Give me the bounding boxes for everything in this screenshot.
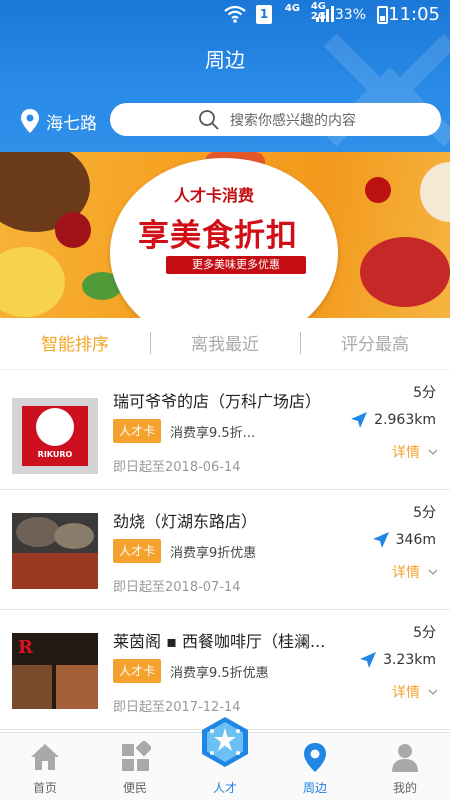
battery-icon — [377, 6, 388, 24]
store-thumbnail: RIKURO — [12, 398, 98, 474]
navigation-arrow-icon — [372, 532, 389, 548]
nav-profile[interactable]: 我的 — [360, 733, 450, 800]
location-pin-icon — [21, 109, 39, 133]
food-image-part — [54, 523, 94, 549]
food-decoration — [365, 177, 391, 203]
nav-label: 便民 — [122, 781, 147, 795]
page-title: 周边 — [205, 48, 245, 72]
navigation-arrow-icon — [360, 652, 377, 668]
wifi-icon — [224, 5, 246, 23]
sort-tabs: 智能排序 离我最近 评分最高 — [0, 318, 450, 370]
offer-date: 即日起至2017-12-14 — [113, 700, 241, 715]
nav-label: 我的 — [392, 781, 417, 795]
banner-title: 享美食折扣 — [138, 218, 298, 254]
card-badge: 人才卡 — [113, 659, 161, 683]
tab-smart-sort[interactable]: 智能排序 — [0, 330, 150, 355]
food-image-part — [56, 665, 98, 709]
nav-nearby[interactable]: 周边 — [270, 733, 360, 800]
clock: 11:05 — [388, 4, 440, 25]
chevron-down-icon — [428, 569, 438, 575]
offer-date: 即日起至2018-06-14 — [113, 460, 241, 475]
chevron-down-icon — [428, 449, 438, 455]
food-decoration — [330, 312, 331, 313]
offer-text: 消费享9.5折优惠 — [170, 666, 269, 681]
offer-text: 消费享9折优惠 — [170, 546, 257, 561]
offer-text: 消费享9.5折... — [170, 426, 256, 441]
food-decoration — [55, 212, 91, 248]
sim-icon: 1 — [256, 5, 272, 24]
navigation-arrow-icon — [351, 412, 368, 428]
list-item[interactable]: 劲烧（灯湖东路店） 人才卡 消费享9折优惠 即日起至2018-07-14 5分 … — [0, 490, 450, 610]
distance: 3.23km — [359, 651, 436, 669]
location-selector[interactable]: 海七路 — [20, 108, 97, 134]
list-item[interactable]: RIKURO 瑞可爷爷的店（万科广场店） 人才卡 消费享9.5折... 即日起至… — [0, 370, 450, 490]
person-icon — [392, 744, 418, 772]
detail-link[interactable]: 详情 — [392, 682, 438, 702]
location-pin-icon — [304, 743, 326, 772]
nav-label: 首页 — [32, 781, 57, 795]
card-badge: 人才卡 — [113, 419, 161, 443]
nav-label: 周边 — [302, 781, 327, 795]
tab-nearest[interactable]: 离我最近 — [150, 330, 300, 355]
food-image-part — [12, 553, 98, 589]
rating-score: 5分 — [413, 505, 436, 521]
detail-label: 详情 — [392, 565, 420, 581]
grid-icon — [122, 741, 151, 771]
distance-value: 3.23km — [383, 652, 436, 668]
distance: 2.963km — [350, 411, 436, 429]
network-label: 4G — [284, 3, 300, 14]
distance: 346m — [372, 531, 436, 549]
detail-label: 详情 — [392, 445, 420, 461]
star-badge-icon[interactable] — [199, 716, 251, 768]
search-placeholder: 搜索你感兴趣的内容 — [230, 112, 356, 129]
battery-percent: 33% — [334, 7, 366, 23]
food-decoration — [360, 237, 450, 307]
home-icon — [31, 744, 59, 770]
header: 1 4G 4G 2G 33% 11:05 周边 海七路 搜索你感兴趣的内容 — [0, 0, 450, 152]
offer-date: 即日起至2018-07-14 — [113, 580, 241, 595]
food-image-part — [12, 665, 52, 709]
banner-subtitle: 人才卡消费 — [174, 186, 255, 205]
tab-top-rated[interactable]: 评分最高 — [300, 330, 450, 355]
logo-text: RIKURO — [37, 450, 73, 459]
nav-home[interactable]: 首页 — [0, 733, 90, 800]
store-name: 瑞可爷爷的店（万科广场店） — [113, 392, 322, 411]
logo-r: R — [18, 637, 33, 658]
detail-link[interactable]: 详情 — [392, 562, 438, 582]
chevron-down-icon — [428, 689, 438, 695]
logo-circle — [36, 408, 74, 446]
distance-value: 346m — [395, 532, 436, 548]
store-name: 莱茵阁 ▪ 西餐咖啡厅（桂澜... — [113, 632, 326, 651]
search-input[interactable]: 搜索你感兴趣的内容 — [110, 103, 441, 136]
banner-slogan: 更多美味更多优惠 — [166, 256, 306, 274]
rating-score: 5分 — [413, 625, 436, 641]
search-icon — [199, 109, 219, 130]
store-thumbnail — [12, 513, 98, 589]
store-name: 劲烧（灯湖东路店） — [113, 512, 258, 531]
rating-score: 5分 — [413, 385, 436, 401]
signal-icon — [316, 6, 334, 22]
food-decoration — [420, 162, 450, 222]
promo-banner[interactable]: 人才卡消费 享美食折扣 更多美味更多优惠 — [0, 152, 450, 318]
list-item[interactable]: R 莱茵阁 ▪ 西餐咖啡厅（桂澜... 人才卡 消费享9.5折优惠 即日起至20… — [0, 610, 450, 730]
card-badge: 人才卡 — [113, 539, 161, 563]
food-image-part — [16, 517, 60, 547]
nav-services[interactable]: 便民 — [90, 733, 180, 800]
food-decoration — [0, 247, 65, 317]
nav-label: 人才 — [212, 781, 237, 795]
distance-value: 2.963km — [374, 412, 436, 428]
location-label: 海七路 — [46, 113, 97, 134]
store-thumbnail: R — [12, 633, 98, 709]
detail-label: 详情 — [392, 685, 420, 701]
status-bar: 1 4G 4G 2G 33% 11:05 — [0, 0, 450, 30]
detail-link[interactable]: 详情 — [392, 442, 438, 462]
